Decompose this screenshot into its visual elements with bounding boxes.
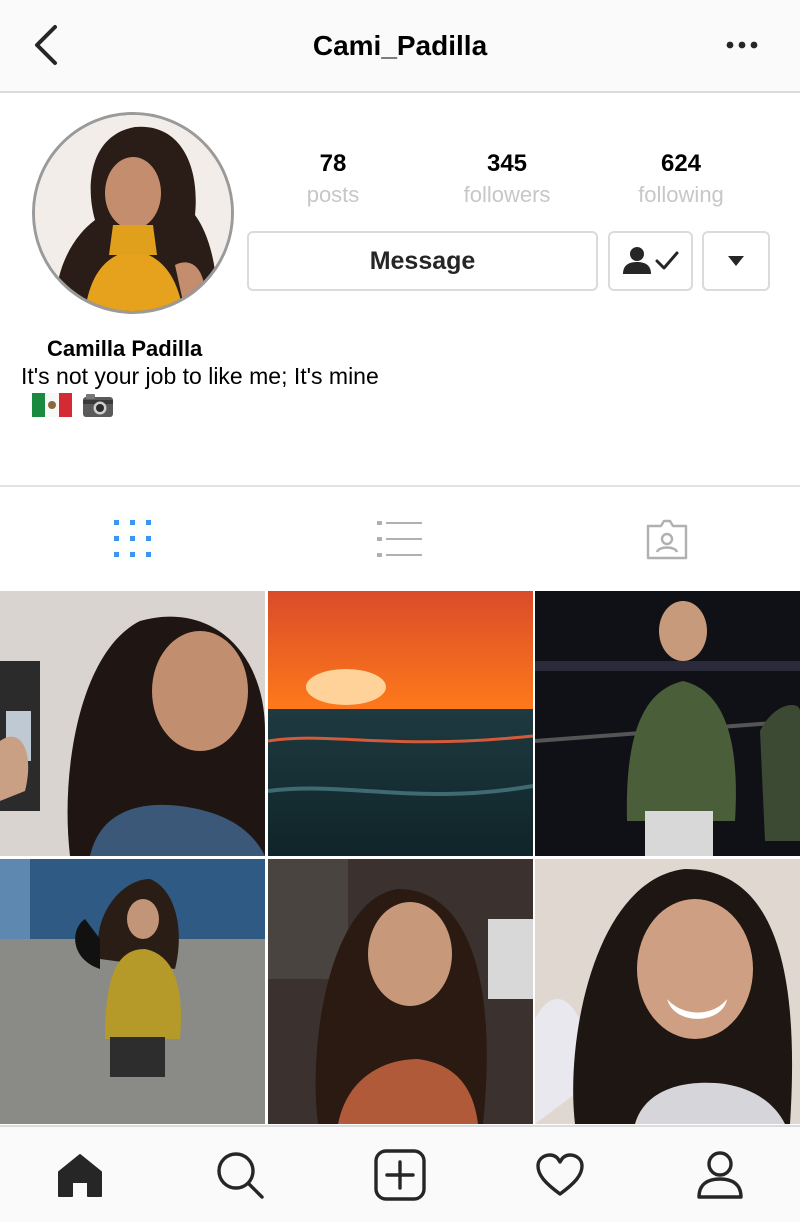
followers-count: 345 <box>486 150 528 177</box>
chevron-left-icon <box>35 25 57 65</box>
profile-avatar[interactable] <box>32 112 234 314</box>
tab-grid[interactable] <box>0 487 267 591</box>
profile-username: Cami_Padilla <box>312 30 488 61</box>
search-icon <box>217 1151 264 1199</box>
bio-emojis <box>32 391 114 419</box>
photo-grid <box>0 591 800 1125</box>
top-bar: Cami_Padilla <box>0 0 800 93</box>
tab-tagged[interactable] <box>533 487 800 591</box>
post-photo <box>268 859 533 1124</box>
post-photo <box>0 591 265 856</box>
profile-bio: It's not your job to like me; It's mine <box>21 363 379 389</box>
tagged-photos-icon <box>646 519 687 560</box>
post-thumbnail[interactable] <box>535 859 800 1124</box>
post-thumbnail[interactable] <box>0 591 265 856</box>
nav-home-button[interactable] <box>0 1127 160 1222</box>
following-count: 624 <box>660 150 702 177</box>
profile-full-name: Camilla Padilla <box>47 336 203 361</box>
grid-icon <box>114 520 152 557</box>
nav-search-button[interactable] <box>160 1127 320 1222</box>
followers-label: followers <box>463 182 551 207</box>
person-check-icon <box>622 247 678 274</box>
following-toggle-button[interactable] <box>608 231 693 291</box>
nav-activity-button[interactable] <box>480 1127 640 1222</box>
suggested-dropdown-button[interactable] <box>702 231 770 291</box>
following-stat[interactable]: 624 following <box>601 150 761 208</box>
posts-label: posts <box>306 182 360 207</box>
profile-icon <box>697 1150 743 1199</box>
followers-stat[interactable]: 345 followers <box>427 150 587 208</box>
profile-tabs <box>0 487 800 591</box>
post-thumbnail[interactable] <box>268 591 533 856</box>
camera-icon <box>83 394 113 417</box>
posts-count: 78 <box>319 150 347 177</box>
nav-profile-button[interactable] <box>640 1127 800 1222</box>
nav-new-post-button[interactable] <box>320 1127 480 1222</box>
post-photo <box>535 859 800 1124</box>
following-label: following <box>638 182 724 207</box>
avatar-photo <box>35 115 231 311</box>
back-button[interactable] <box>26 22 66 68</box>
post-photo <box>0 859 265 1124</box>
posts-stat[interactable]: 78 posts <box>253 150 413 208</box>
mexico-flag-icon <box>32 393 72 417</box>
post-photo <box>535 591 800 856</box>
more-options-button[interactable] <box>722 32 762 58</box>
bottom-navigation <box>0 1125 800 1222</box>
message-button[interactable]: Message <box>247 231 598 291</box>
message-button-label: Message <box>369 246 476 275</box>
tab-list[interactable] <box>267 487 534 591</box>
plus-square-icon <box>374 1148 426 1201</box>
home-icon <box>58 1153 102 1197</box>
list-icon <box>377 521 422 557</box>
more-dots-icon <box>726 41 758 49</box>
triangle-down-icon <box>728 256 744 266</box>
post-photo <box>268 591 533 856</box>
post-thumbnail[interactable] <box>268 859 533 1124</box>
post-thumbnail[interactable] <box>535 591 800 856</box>
post-thumbnail[interactable] <box>0 859 265 1124</box>
heart-icon <box>536 1152 584 1196</box>
